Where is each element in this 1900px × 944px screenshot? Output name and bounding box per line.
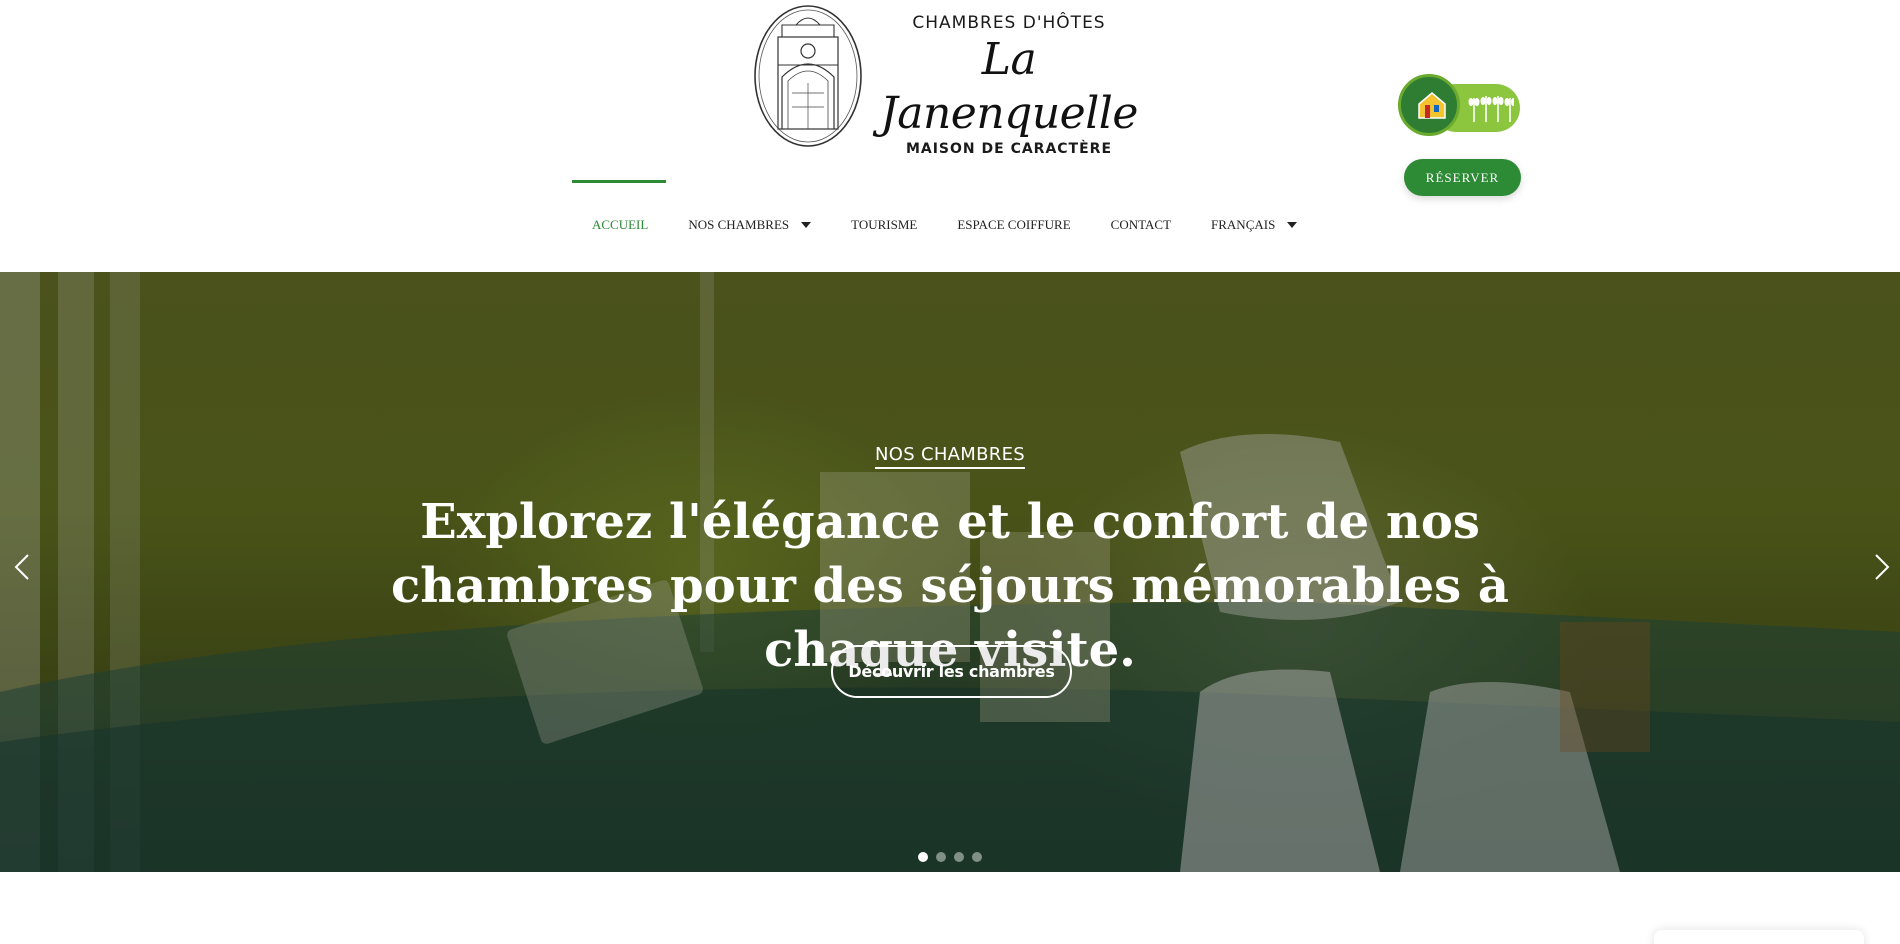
nav-item-label: NOS CHAMBRES (688, 217, 790, 232)
nav-item-accueil[interactable]: ACCUEIL (572, 180, 668, 270)
reserve-button[interactable]: RÉSERVER (1404, 159, 1521, 196)
slider-dot[interactable] (972, 852, 982, 862)
hero-slider: NOS CHAMBRES Explorez l'élégance et le c… (0, 272, 1900, 872)
nav-item-label: ESPACE COIFFURE (957, 217, 1071, 232)
house-icon (1418, 92, 1446, 119)
slider-dot[interactable] (918, 852, 928, 862)
caret-down-icon (801, 222, 812, 228)
caret-down-icon (1287, 222, 1298, 228)
discover-rooms-button[interactable]: Découvrir les chambres (831, 645, 1072, 698)
nav-item-label: TOURISME (851, 217, 918, 232)
hero-subtitle-text: NOS CHAMBRES (875, 444, 1025, 469)
nav-item-label: ACCUEIL (592, 217, 649, 232)
slider-dots (918, 852, 982, 862)
nav-item-label: CONTACT (1110, 217, 1172, 232)
nav-item-contact[interactable]: CONTACT (1091, 180, 1191, 270)
nav-item-nos-chambres[interactable]: NOS CHAMBRES (668, 180, 831, 270)
site-logo[interactable]: CHAMBRES D'HÔTES La Janenquelle MAISON D… (752, 2, 1150, 157)
hero-content: NOS CHAMBRES Explorez l'élégance et le c… (0, 272, 1900, 872)
nav-item-label: FRANÇAIS (1211, 217, 1276, 232)
gites-logo-circle (1398, 74, 1460, 136)
nav-item-language[interactable]: FRANÇAIS (1191, 180, 1317, 270)
logo-top-text: CHAMBRES D'HÔTES (912, 13, 1106, 33)
slider-dot[interactable] (954, 852, 964, 862)
logo-text: CHAMBRES D'HÔTES La Janenquelle MAISON D… (878, 0, 1140, 157)
nav-item-espace-coiffure[interactable]: ESPACE COIFFURE (937, 180, 1090, 270)
main-nav: ACCUEIL NOS CHAMBRES TOURISME ESPACE COI… (572, 180, 1317, 270)
slider-dot[interactable] (936, 852, 946, 862)
wheat-ears-icon (1468, 96, 1514, 122)
chevron-right-icon[interactable] (1870, 552, 1894, 582)
logo-bottom-text: MAISON DE CARACTÈRE (905, 141, 1113, 157)
logo-script-text: La Janenquelle (880, 34, 1138, 139)
hero-subtitle: NOS CHAMBRES (0, 444, 1900, 469)
arch-logo-icon (754, 5, 862, 147)
chevron-left-icon[interactable] (10, 552, 34, 582)
site-header: CHAMBRES D'HÔTES La Janenquelle MAISON D… (0, 0, 1900, 272)
nav-item-tourisme[interactable]: TOURISME (831, 180, 937, 270)
gites-de-france-badge[interactable] (1398, 74, 1522, 138)
floating-widget[interactable] (1654, 930, 1864, 944)
